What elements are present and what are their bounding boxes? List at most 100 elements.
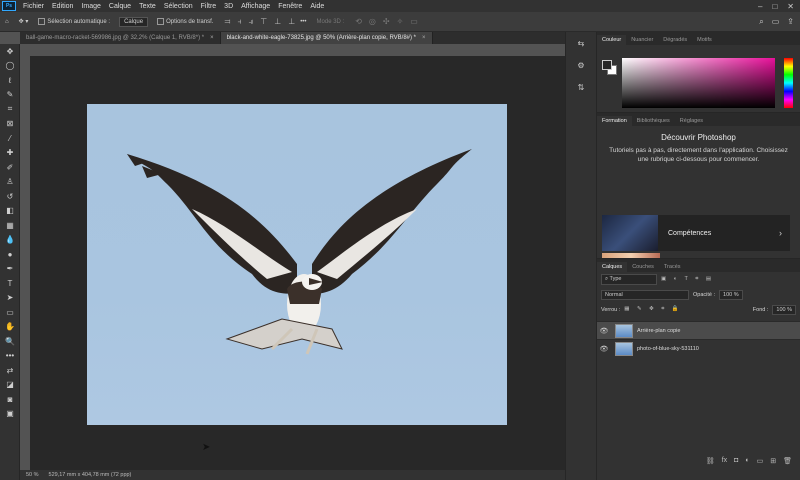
eraser-tool-icon[interactable]: ◧	[0, 204, 20, 219]
fx-icon[interactable]: fx	[722, 457, 727, 464]
tab-racket[interactable]: ball-game-macro-racket-569986.jpg @ 32,2…	[20, 32, 221, 44]
align-left-icon[interactable]: ⫤	[224, 17, 230, 27]
transform-controls-checkbox[interactable]: Options de transf.	[157, 18, 213, 25]
tab-eagle[interactable]: black-and-white-eagle-73825.jpg @ 50% (A…	[220, 32, 433, 44]
quick-select-tool-icon[interactable]: ✎	[0, 88, 20, 103]
share-icon[interactable]: ⇪	[787, 17, 794, 27]
stamp-tool-icon[interactable]: ♙	[0, 175, 20, 190]
menu-image[interactable]: Image	[77, 3, 104, 10]
gradient-tool-icon[interactable]: ▦	[0, 218, 20, 233]
blend-mode-dropdown[interactable]: Normal	[601, 289, 689, 300]
tab-patterns[interactable]: Motifs	[692, 35, 717, 45]
search-icon[interactable]: ⌕	[759, 17, 763, 27]
lasso-tool-icon[interactable]: ℓ	[0, 73, 20, 88]
menu-select[interactable]: Sélection	[160, 3, 197, 10]
menu-file[interactable]: Fichier	[19, 3, 48, 10]
eye-icon[interactable]: 👁	[597, 327, 611, 335]
auto-select-dropdown[interactable]: Calque	[119, 16, 149, 27]
zoom-tool-icon[interactable]: 🔍	[0, 334, 20, 349]
mask-icon[interactable]: ◘	[734, 457, 738, 464]
align-bottom-icon[interactable]: ⊥	[288, 17, 295, 27]
tab-gradients[interactable]: Dégradés	[658, 35, 692, 45]
tab-paths[interactable]: Tracés	[659, 262, 686, 272]
blur-tool-icon[interactable]: 💧	[0, 233, 20, 248]
align-right-icon[interactable]: ⫣	[248, 17, 253, 27]
color-swatch-icon[interactable]: ◪	[0, 378, 20, 393]
pan-3d-icon[interactable]: ✣	[383, 17, 390, 26]
new-layer-icon[interactable]: ⊞	[770, 457, 776, 465]
type-tool-icon[interactable]: T	[0, 276, 20, 291]
slide-icon[interactable]: ✧	[397, 17, 404, 26]
home-icon[interactable]: ⌂	[5, 19, 9, 25]
layer-row[interactable]: 👁 photo-of-blue-sky-531110	[597, 339, 800, 357]
adjust-icon[interactable]: ⇅	[566, 76, 596, 98]
crop-tool-icon[interactable]: ⌗	[0, 102, 20, 117]
quick-mask-icon[interactable]: ◙	[0, 392, 20, 407]
link-icon[interactable]: ⛓	[706, 457, 715, 465]
fill-field[interactable]: 100 %	[772, 304, 796, 315]
adjustment-icon[interactable]: ◐	[745, 457, 749, 464]
scale-3d-icon[interactable]: ▭	[410, 17, 418, 26]
canvas-area[interactable]	[30, 56, 565, 470]
menu-layer[interactable]: Calque	[105, 3, 135, 10]
group-icon[interactable]: ▭	[757, 457, 764, 465]
eye-icon[interactable]: 👁	[597, 345, 611, 353]
menu-edit[interactable]: Edition	[48, 3, 77, 10]
close-icon[interactable]: ✕	[787, 2, 794, 11]
tab-layers[interactable]: Calques	[597, 262, 628, 272]
eyedropper-tool-icon[interactable]: ⁄	[0, 131, 20, 146]
orbit-icon[interactable]: ⟲	[355, 17, 362, 26]
pen-tool-icon[interactable]: ✒	[0, 262, 20, 277]
workspace-icon[interactable]: ▭	[772, 17, 780, 27]
hand-tool-icon[interactable]: ✋	[0, 320, 20, 335]
lock-icons[interactable]: ▦ ✎ ✥ ⌗ 🔒	[624, 306, 681, 313]
opacity-field[interactable]: 100 %	[719, 289, 743, 300]
properties-icon[interactable]: ⚙	[566, 54, 596, 76]
maximize-icon[interactable]: □	[772, 2, 777, 11]
close-icon[interactable]: ×	[210, 35, 214, 41]
auto-select-checkbox[interactable]: Sélection automatique :	[38, 18, 110, 25]
roll-icon[interactable]: ◎	[369, 17, 376, 26]
color-spectrum[interactable]	[622, 58, 775, 108]
menu-help[interactable]: Aide	[306, 3, 328, 10]
trash-icon[interactable]: 🗑	[783, 457, 792, 465]
more-tools-icon[interactable]: •••	[0, 349, 20, 364]
align-top-icon[interactable]: ⊤	[260, 17, 267, 27]
move-tool-icon[interactable]: ✥ ▾	[19, 18, 29, 25]
tab-swatches[interactable]: Nuancier	[626, 35, 658, 45]
screen-mode-icon[interactable]: ▣	[0, 407, 20, 422]
minimize-icon[interactable]: –	[758, 2, 762, 11]
tab-color[interactable]: Couleur	[597, 35, 627, 45]
more-options-button[interactable]: •••	[300, 19, 306, 25]
tab-adjustments[interactable]: Réglages	[675, 116, 708, 126]
tab-libraries[interactable]: Bibliothèques	[632, 116, 675, 126]
eagle-photo[interactable]	[87, 104, 507, 425]
menu-type[interactable]: Texte	[135, 3, 160, 10]
align-center-icon[interactable]: ⫞	[237, 17, 241, 27]
healing-tool-icon[interactable]: ✚	[0, 146, 20, 161]
foreground-color-swatch[interactable]	[602, 60, 612, 70]
hue-slider[interactable]	[784, 58, 793, 108]
tab-channels[interactable]: Couches	[627, 262, 659, 272]
document-size[interactable]: 529,17 mm x 404,78 mm (72 ppp)	[49, 472, 132, 478]
menu-3d[interactable]: 3D	[220, 3, 237, 10]
layer-filter-dropdown[interactable]: ⌕ Type	[601, 274, 657, 285]
close-icon[interactable]: ×	[422, 35, 426, 41]
edit-toolbar-icon[interactable]: ⇄	[0, 363, 20, 378]
skills-card[interactable]: Compétences ›	[602, 215, 790, 251]
menu-window[interactable]: Fenêtre	[274, 3, 306, 10]
move-tool-icon[interactable]: ✥	[0, 44, 20, 59]
menu-filter[interactable]: Filtre	[197, 3, 221, 10]
history-icon[interactable]: ⇆	[566, 32, 596, 54]
tab-learn[interactable]: Formation	[597, 116, 632, 126]
path-select-icon[interactable]: ➤	[0, 291, 20, 306]
brush-tool-icon[interactable]: ✐	[0, 160, 20, 175]
history-brush-icon[interactable]: ↺	[0, 189, 20, 204]
menu-view[interactable]: Affichage	[237, 3, 274, 10]
align-middle-icon[interactable]: ⊥	[274, 17, 281, 27]
marquee-tool-icon[interactable]: ◯	[0, 59, 20, 74]
layer-row[interactable]: 👁 Arrière-plan copie	[597, 321, 800, 339]
zoom-level[interactable]: 50 %	[26, 472, 39, 478]
dodge-tool-icon[interactable]: ●	[0, 247, 20, 262]
frame-tool-icon[interactable]: ⊠	[0, 117, 20, 132]
